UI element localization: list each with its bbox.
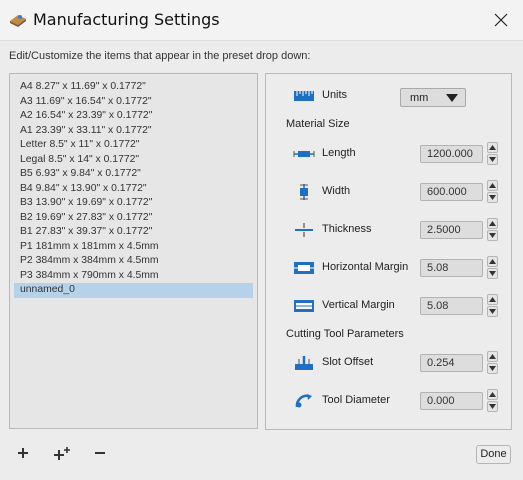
spin-down-icon[interactable]	[487, 401, 498, 412]
preset-list-item[interactable]: unnamed_0	[14, 283, 253, 298]
preset-list-item[interactable]: B3 13.90" x 19.69" x 0.1772"	[14, 196, 253, 211]
preset-list-item[interactable]: P2 384mm x 384mm x 4.5mm	[14, 254, 253, 269]
minus-icon	[95, 452, 105, 454]
thickness-stepper[interactable]	[487, 218, 499, 242]
preset-list-item[interactable]: A3 11.69" x 16.54" x 0.1772"	[14, 95, 253, 110]
dropdown-caret-icon	[446, 94, 458, 102]
preset-list-item[interactable]: B4 9.84" x 13.90" x 0.1772"	[14, 182, 253, 197]
spin-down-icon[interactable]	[487, 268, 498, 279]
length-icon	[293, 151, 315, 157]
material-size-heading: Material Size	[286, 118, 350, 130]
ruler-icon	[294, 91, 314, 101]
add-multiple-icon	[54, 447, 70, 460]
width-icon	[300, 184, 308, 200]
tool-diameter-field[interactable]	[420, 392, 483, 410]
slot-offset-label: Slot Offset	[322, 356, 374, 368]
spin-down-icon[interactable]	[487, 230, 498, 241]
title-bar: Manufacturing Settings	[0, 0, 523, 41]
length-field[interactable]	[420, 145, 483, 163]
close-button[interactable]	[487, 6, 515, 34]
units-value: mm	[410, 92, 429, 104]
app-icon	[10, 15, 26, 27]
preset-list-item[interactable]: B2 19.69" x 27.83" x 0.1772"	[14, 211, 253, 226]
spin-up-icon[interactable]	[487, 294, 498, 305]
vertical-margin-field[interactable]	[420, 297, 483, 315]
thickness-field[interactable]	[420, 221, 483, 239]
horizontal-margin-icon	[294, 262, 314, 274]
slot-offset-stepper[interactable]	[487, 351, 499, 375]
slot-offset-row: Slot Offset	[266, 351, 511, 375]
width-stepper[interactable]	[487, 180, 499, 204]
slot-offset-icon	[295, 356, 313, 370]
preset-list-item[interactable]: Legal 8.5" x 14" x 0.1772"	[14, 153, 253, 168]
spin-up-icon[interactable]	[487, 218, 498, 229]
spin-up-icon[interactable]	[487, 180, 498, 191]
spin-up-icon[interactable]	[487, 256, 498, 267]
spin-down-icon[interactable]	[487, 363, 498, 374]
preset-list[interactable]: A4 8.27" x 11.69" x 0.1772" A3 11.69" x 1…	[9, 73, 258, 429]
spin-up-icon[interactable]	[487, 389, 498, 400]
spin-down-icon[interactable]	[487, 154, 498, 165]
width-field[interactable]	[420, 183, 483, 201]
units-dropdown[interactable]: mm	[400, 88, 466, 107]
tool-diameter-stepper[interactable]	[487, 389, 499, 413]
units-row: Units	[266, 84, 511, 108]
duplicate-preset-button[interactable]	[53, 446, 73, 463]
preset-list-item[interactable]: B1 27.83" x 39.37" x 0.1772"	[14, 225, 253, 240]
add-preset-button[interactable]	[16, 446, 30, 463]
preset-list-item[interactable]: A1 23.39" x 33.11" x 0.1772"	[14, 124, 253, 139]
preset-list-item[interactable]: A4 8.27" x 11.69" x 0.1772"	[14, 80, 253, 95]
thickness-icon	[295, 223, 313, 237]
tool-diameter-icon	[295, 394, 312, 408]
vertical-margin-icon	[294, 300, 314, 312]
plus-icon	[18, 448, 28, 458]
horizontal-margin-field[interactable]	[420, 259, 483, 277]
vertical-margin-row: Vertical Margin	[266, 294, 511, 318]
spin-down-icon[interactable]	[487, 192, 498, 203]
done-button[interactable]: Done	[476, 445, 511, 464]
preset-list-item[interactable]: B5 6.93" x 9.84" x 0.1772"	[14, 167, 253, 182]
vertical-margin-label: Vertical Margin	[322, 299, 395, 311]
preset-list-item[interactable]: P1 181mm x 181mm x 4.5mm	[14, 240, 253, 255]
spin-up-icon[interactable]	[487, 142, 498, 153]
settings-panel: Units mm Material Size Length Width	[265, 73, 512, 430]
preset-list-item[interactable]: A2 16.54" x 23.39" x 0.1772"	[14, 109, 253, 124]
spin-up-icon[interactable]	[487, 351, 498, 362]
spin-down-icon[interactable]	[487, 306, 498, 317]
width-label: Width	[322, 185, 351, 197]
horizontal-margin-stepper[interactable]	[487, 256, 499, 280]
length-label: Length	[322, 147, 356, 159]
instructions-text: Edit/Customize the items that appear in …	[9, 50, 311, 62]
thickness-row: Thickness	[266, 218, 511, 242]
horizontal-margin-label: Horizontal Margin	[322, 261, 409, 273]
horizontal-margin-row: Horizontal Margin	[266, 256, 511, 280]
cutting-tool-heading: Cutting Tool Parameters	[286, 328, 404, 340]
close-icon	[494, 13, 508, 27]
tool-diameter-row: Tool Diameter	[266, 389, 511, 413]
length-stepper[interactable]	[487, 142, 499, 166]
window-title: Manufacturing Settings	[33, 10, 220, 29]
width-row: Width	[266, 180, 511, 204]
preset-list-item[interactable]: Letter 8.5" x 11" x 0.1772"	[14, 138, 253, 153]
preset-list-item[interactable]: P3 384mm x 790mm x 4.5mm	[14, 269, 253, 284]
units-label: Units	[322, 89, 348, 101]
remove-preset-button[interactable]	[93, 446, 107, 463]
vertical-margin-stepper[interactable]	[487, 294, 499, 318]
slot-offset-field[interactable]	[420, 354, 483, 372]
length-row: Length	[266, 142, 511, 166]
thickness-label: Thickness	[322, 223, 372, 235]
tool-diameter-label: Tool Diameter	[322, 394, 390, 406]
